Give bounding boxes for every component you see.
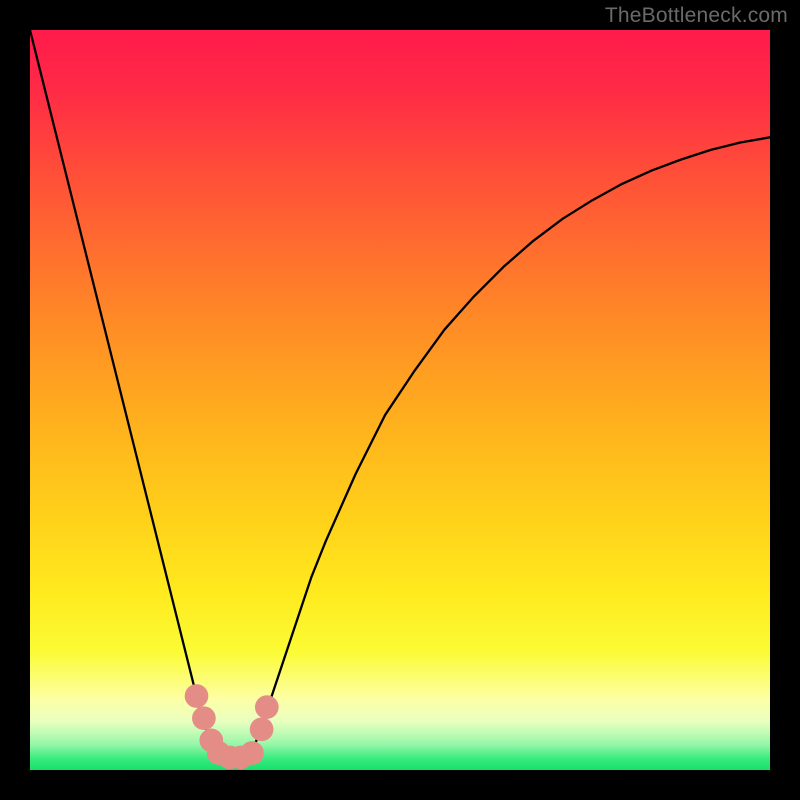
gradient-background	[30, 30, 770, 770]
chart-frame: TheBottleneck.com	[0, 0, 800, 800]
curve-marker	[192, 706, 216, 730]
plot-area	[30, 30, 770, 770]
curve-marker	[255, 695, 279, 719]
curve-marker	[185, 684, 209, 708]
curve-marker	[240, 741, 264, 765]
chart-svg	[30, 30, 770, 770]
watermark-text: TheBottleneck.com	[605, 4, 788, 28]
curve-marker	[250, 717, 274, 741]
